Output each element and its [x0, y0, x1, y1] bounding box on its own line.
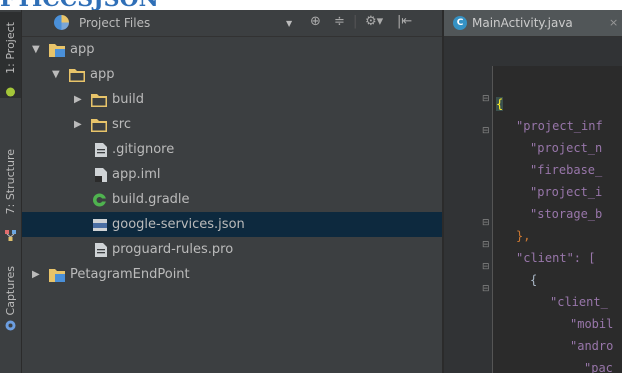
- expand-arrow-icon[interactable]: ▼: [32, 44, 40, 55]
- folder-icon: [91, 118, 107, 132]
- tree-item-label: proguard-rules.pro: [112, 242, 234, 257]
- project-panel: Project Files ▼ ⊕ ≑ | ⚙▾ |⇤ ▼ app ▼ app: [22, 10, 442, 373]
- ide-window: 1: Project 7: Structure Captures Project…: [0, 10, 622, 373]
- tree-item-google-services-json[interactable]: google-services.json: [22, 212, 442, 237]
- tool-tab-project[interactable]: 1: Project: [0, 12, 21, 98]
- tree-item-label: app.iml: [112, 167, 161, 182]
- fold-marker-icon[interactable]: ⊟: [482, 240, 490, 250]
- tree-item-gitignore[interactable]: .gitignore: [22, 137, 442, 162]
- tree-item-build[interactable]: ▶ build: [22, 87, 442, 112]
- tool-window-strip: 1: Project 7: Structure Captures: [0, 10, 22, 373]
- tree-item-label: app: [70, 42, 95, 57]
- code-line: "firebase_: [530, 163, 603, 177]
- code-line: },: [516, 229, 531, 243]
- iml-file-icon: [95, 167, 107, 182]
- tree-item-label: .gitignore: [112, 142, 175, 157]
- project-files-icon: [54, 15, 69, 30]
- editor-tab-mainactivity[interactable]: C MainActivity.java ×: [444, 10, 622, 36]
- project-panel-header: Project Files ▼ ⊕ ≑ | ⚙▾ |⇤: [22, 10, 442, 37]
- gradle-file-icon: [93, 193, 106, 206]
- editor-tab-label: MainActivity.java: [472, 16, 573, 30]
- captures-icon: [5, 320, 16, 331]
- code-line: "storage_b: [530, 207, 603, 221]
- expand-arrow-icon[interactable]: ▶: [32, 269, 40, 280]
- editor-gutter: ⊟ ⊟ ⊟ ⊟ ⊟ ⊟: [444, 66, 493, 373]
- collapse-all-icon[interactable]: ≑: [334, 15, 345, 29]
- code-line: "project_n: [530, 141, 603, 155]
- folder-icon: [69, 68, 85, 82]
- tree-item-label: src: [112, 117, 131, 132]
- editor-tab-bar: C MainActivity.java ×: [444, 10, 622, 37]
- gear-icon[interactable]: ⚙▾: [365, 15, 383, 29]
- tree-item-app-folder[interactable]: ▼ app: [22, 62, 442, 87]
- code-line: "mobil: [570, 317, 614, 331]
- tool-tab-structure[interactable]: 7: Structure: [0, 130, 21, 250]
- code-line: "client_: [550, 295, 608, 309]
- fold-marker-icon[interactable]: ⊟: [482, 94, 490, 104]
- module-folder-icon: [49, 268, 65, 282]
- tree-item-label: app: [90, 67, 115, 82]
- java-class-icon: C: [453, 16, 467, 30]
- text-file-icon: [95, 142, 107, 157]
- hide-panel-icon[interactable]: |⇤: [397, 15, 412, 29]
- tree-item-build-gradle[interactable]: build.gradle: [22, 187, 442, 212]
- code-line: "project_i: [530, 185, 603, 199]
- tree-item-proguard-rules[interactable]: proguard-rules.pro: [22, 237, 442, 262]
- structure-icon: [5, 230, 16, 241]
- tree-item-label: build: [112, 92, 144, 107]
- module-folder-icon: [49, 43, 65, 57]
- fold-marker-icon[interactable]: ⊟: [482, 218, 490, 228]
- code-line: "project_inf: [516, 119, 603, 133]
- fold-marker-icon[interactable]: ⊟: [482, 262, 490, 272]
- toolbar-divider: |: [353, 14, 358, 29]
- expand-arrow-icon[interactable]: ▶: [74, 119, 82, 130]
- fold-marker-icon[interactable]: ⊟: [482, 126, 490, 136]
- sync-target-icon[interactable]: ⊕: [310, 15, 321, 29]
- chevron-down-icon[interactable]: ▼: [286, 19, 292, 28]
- code-line: {: [530, 273, 538, 287]
- tree-item-label: PetagramEndPoint: [70, 267, 190, 282]
- close-icon[interactable]: ×: [609, 16, 618, 29]
- tree-item-app-root[interactable]: ▼ app: [22, 37, 442, 62]
- expand-arrow-icon[interactable]: ▼: [52, 69, 60, 80]
- code-line: "pac: [584, 361, 613, 373]
- editor-navigation-bar: [444, 37, 622, 66]
- tree-item-label: google-services.json: [112, 217, 245, 232]
- tree-item-label: build.gradle: [112, 192, 190, 207]
- folder-icon: [91, 93, 107, 107]
- android-icon: [6, 87, 15, 97]
- tool-tab-captures[interactable]: Captures: [0, 260, 21, 336]
- editor-area: C MainActivity.java × ⊟ ⊟ ⊟ ⊟ ⊟ ⊟ { "pro…: [444, 10, 622, 373]
- tree-item-app-iml[interactable]: app.iml: [22, 162, 442, 187]
- tool-tab-project-label: 1: Project: [4, 22, 17, 74]
- project-view-selector[interactable]: Project Files: [79, 16, 150, 30]
- fold-marker-icon[interactable]: ⊟: [482, 284, 490, 294]
- tool-tab-captures-label: Captures: [4, 266, 17, 316]
- tree-item-src[interactable]: ▶ src: [22, 112, 442, 137]
- code-line: {: [496, 97, 504, 111]
- json-file-icon: [93, 218, 107, 231]
- expand-arrow-icon[interactable]: ▶: [74, 94, 82, 105]
- text-file-icon: [95, 242, 107, 257]
- tree-item-petagram-endpoint[interactable]: ▶ PetagramEndPoint: [22, 262, 442, 287]
- tool-tab-structure-label: 7: Structure: [4, 149, 17, 215]
- code-line: "andro: [570, 339, 614, 353]
- code-line: "client": [: [516, 251, 596, 265]
